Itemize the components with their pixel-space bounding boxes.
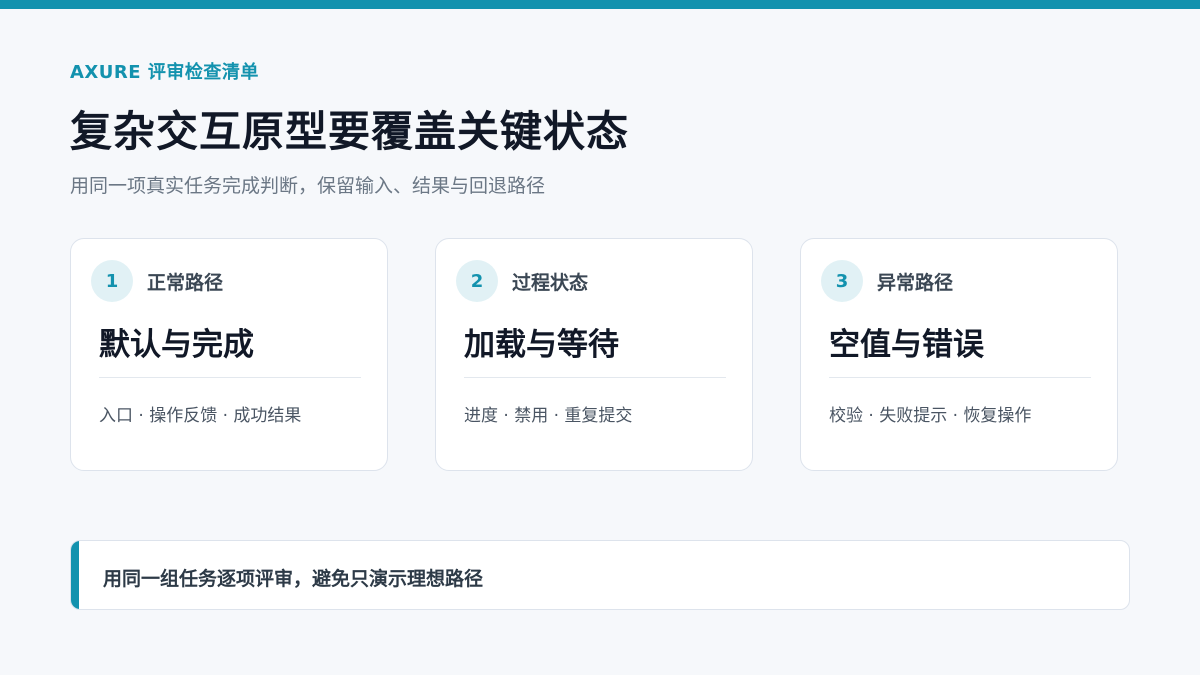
state-cards: 1 正常路径 默认与完成 入口 · 操作反馈 · 成功结果 2 过程状态 加载与… — [70, 238, 1120, 473]
state-card-process: 2 过程状态 加载与等待 进度 · 禁用 · 重复提交 — [435, 238, 753, 471]
card-description: 入口 · 操作反馈 · 成功结果 — [99, 406, 302, 426]
card-title: 默认与完成 — [99, 327, 254, 363]
state-card-exception: 3 异常路径 空值与错误 校验 · 失败提示 · 恢复操作 — [800, 238, 1118, 471]
eyebrow-label: AXURE 评审检查清单 — [70, 62, 259, 83]
state-card-normal: 1 正常路径 默认与完成 入口 · 操作反馈 · 成功结果 — [70, 238, 388, 471]
step-number-badge: 1 — [91, 260, 133, 302]
card-kicker: 过程状态 — [512, 272, 589, 294]
top-accent-bar — [0, 0, 1200, 9]
page-title: 复杂交互原型要覆盖关键状态 — [70, 107, 630, 156]
note-text: 用同一组任务逐项评审，避免只演示理想路径 — [103, 568, 484, 590]
card-kicker: 异常路径 — [877, 272, 954, 294]
card-divider — [464, 377, 726, 378]
card-title: 加载与等待 — [464, 327, 619, 363]
step-number-badge: 3 — [821, 260, 863, 302]
step-number-badge: 2 — [456, 260, 498, 302]
card-description: 校验 · 失败提示 · 恢复操作 — [829, 406, 1032, 426]
card-kicker: 正常路径 — [147, 272, 224, 294]
card-divider — [829, 377, 1091, 378]
callout-note: 用同一组任务逐项评审，避免只演示理想路径 — [70, 540, 1130, 610]
card-divider — [99, 377, 361, 378]
card-title: 空值与错误 — [829, 327, 984, 363]
page-subtitle: 用同一项真实任务完成判断，保留输入、结果与回退路径 — [70, 175, 546, 197]
card-description: 进度 · 禁用 · 重复提交 — [464, 406, 633, 426]
note-accent-bar — [71, 541, 79, 609]
